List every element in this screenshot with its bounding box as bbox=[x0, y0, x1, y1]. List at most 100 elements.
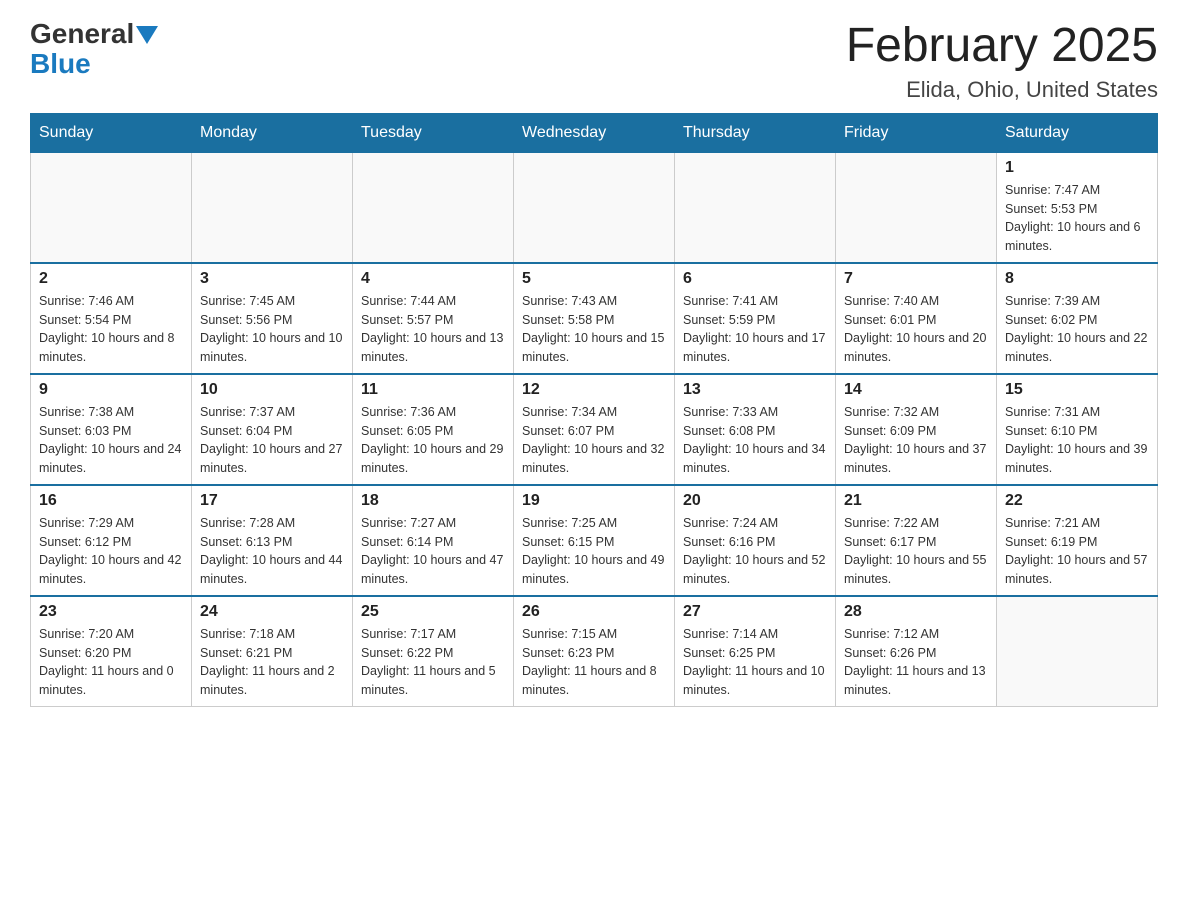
table-row: 21 Sunrise: 7:22 AM Sunset: 6:17 PM Dayli… bbox=[836, 485, 997, 596]
day-info: Sunrise: 7:17 AM Sunset: 6:22 PM Dayligh… bbox=[361, 625, 505, 700]
day-number: 19 bbox=[522, 492, 666, 510]
table-row: 11Sunrise: 7:36 AM Sunset: 6:05 PM Dayli… bbox=[353, 374, 514, 485]
day-number: 12 bbox=[522, 381, 666, 399]
table-row: 8Sunrise: 7:39 AM Sunset: 6:02 PM Daylig… bbox=[997, 263, 1158, 374]
page-header: General Blue February 2025 Elida, Ohio, … bbox=[30, 20, 1158, 103]
day-info: Sunrise: 7:12 AM Sunset: 6:26 PM Dayligh… bbox=[844, 625, 988, 700]
table-row: 2 Sunrise: 7:46 AM Sunset: 5:54 PM Daylig… bbox=[31, 263, 192, 374]
month-year-title: February 2025 bbox=[846, 20, 1158, 73]
day-info: Sunrise: 7:45 AM Sunset: 5:56 PM Dayligh… bbox=[200, 292, 344, 367]
table-row: 23Sunrise: 7:20 AM Sunset: 6:20 PM Dayli… bbox=[31, 596, 192, 707]
day-number: 14 bbox=[844, 381, 988, 399]
day-number: 10 bbox=[200, 381, 344, 399]
title-section: February 2025 Elida, Ohio, United States bbox=[846, 20, 1158, 103]
calendar-week-row: 9 Sunrise: 7:38 AM Sunset: 6:03 PM Daylig… bbox=[31, 374, 1158, 485]
table-row: 5 Sunrise: 7:43 AM Sunset: 5:58 PM Daylig… bbox=[514, 263, 675, 374]
calendar-header-row: Sunday Monday Tuesday Wednesday Thursday… bbox=[31, 113, 1158, 152]
day-info: Sunrise: 7:39 AM Sunset: 6:02 PM Dayligh… bbox=[1005, 292, 1149, 367]
day-number: 3 bbox=[200, 270, 344, 288]
day-info: Sunrise: 7:37 AM Sunset: 6:04 PM Dayligh… bbox=[200, 403, 344, 478]
day-number: 7 bbox=[844, 270, 988, 288]
header-tuesday: Tuesday bbox=[353, 113, 514, 152]
logo-text-general: General bbox=[30, 20, 134, 48]
day-number: 16 bbox=[39, 492, 183, 510]
day-info: Sunrise: 7:33 AM Sunset: 6:08 PM Dayligh… bbox=[683, 403, 827, 478]
header-sunday: Sunday bbox=[31, 113, 192, 152]
table-row: 26Sunrise: 7:15 AM Sunset: 6:23 PM Dayli… bbox=[514, 596, 675, 707]
day-info: Sunrise: 7:32 AM Sunset: 6:09 PM Dayligh… bbox=[844, 403, 988, 478]
table-row: 3 Sunrise: 7:45 AM Sunset: 5:56 PM Daylig… bbox=[192, 263, 353, 374]
day-number: 1 bbox=[1005, 159, 1149, 177]
day-number: 17 bbox=[200, 492, 344, 510]
table-row: 24 Sunrise: 7:18 AM Sunset: 6:21 PM Dayli… bbox=[192, 596, 353, 707]
day-info: Sunrise: 7:20 AM Sunset: 6:20 PM Dayligh… bbox=[39, 625, 183, 700]
day-info: Sunrise: 7:24 AM Sunset: 6:16 PM Dayligh… bbox=[683, 514, 827, 589]
day-info: Sunrise: 7:41 AM Sunset: 5:59 PM Dayligh… bbox=[683, 292, 827, 367]
day-number: 6 bbox=[683, 270, 827, 288]
day-number: 13 bbox=[683, 381, 827, 399]
table-row: 14 Sunrise: 7:32 AM Sunset: 6:09 PM Dayli… bbox=[836, 374, 997, 485]
calendar-week-row: 23Sunrise: 7:20 AM Sunset: 6:20 PM Dayli… bbox=[31, 596, 1158, 707]
day-number: 9 bbox=[39, 381, 183, 399]
day-info: Sunrise: 7:29 AM Sunset: 6:12 PM Dayligh… bbox=[39, 514, 183, 589]
day-info: Sunrise: 7:18 AM Sunset: 6:21 PM Dayligh… bbox=[200, 625, 344, 700]
logo-arrow-icon bbox=[136, 26, 158, 44]
day-number: 4 bbox=[361, 270, 505, 288]
day-number: 5 bbox=[522, 270, 666, 288]
table-row: 16 Sunrise: 7:29 AM Sunset: 6:12 PM Dayli… bbox=[31, 485, 192, 596]
table-row: 20 Sunrise: 7:24 AM Sunset: 6:16 PM Dayli… bbox=[675, 485, 836, 596]
header-friday: Friday bbox=[836, 113, 997, 152]
table-row bbox=[31, 152, 192, 263]
logo: General Blue bbox=[30, 20, 158, 80]
day-info: Sunrise: 7:40 AM Sunset: 6:01 PM Dayligh… bbox=[844, 292, 988, 367]
day-number: 27 bbox=[683, 603, 827, 621]
table-row: 15 Sunrise: 7:31 AM Sunset: 6:10 PM Dayli… bbox=[997, 374, 1158, 485]
day-number: 26 bbox=[522, 603, 666, 621]
day-info: Sunrise: 7:36 AM Sunset: 6:05 PM Dayligh… bbox=[361, 403, 505, 478]
day-number: 15 bbox=[1005, 381, 1149, 399]
table-row: 27 Sunrise: 7:14 AM Sunset: 6:25 PM Dayli… bbox=[675, 596, 836, 707]
table-row: 22Sunrise: 7:21 AM Sunset: 6:19 PM Dayli… bbox=[997, 485, 1158, 596]
table-row: 4 Sunrise: 7:44 AM Sunset: 5:57 PM Daylig… bbox=[353, 263, 514, 374]
table-row: 18 Sunrise: 7:27 AM Sunset: 6:14 PM Dayli… bbox=[353, 485, 514, 596]
day-number: 25 bbox=[361, 603, 505, 621]
day-info: Sunrise: 7:46 AM Sunset: 5:54 PM Dayligh… bbox=[39, 292, 183, 367]
day-info: Sunrise: 7:44 AM Sunset: 5:57 PM Dayligh… bbox=[361, 292, 505, 367]
table-row: 6 Sunrise: 7:41 AM Sunset: 5:59 PM Daylig… bbox=[675, 263, 836, 374]
table-row: 1 Sunrise: 7:47 AM Sunset: 5:53 PM Daylig… bbox=[997, 152, 1158, 263]
location-subtitle: Elida, Ohio, United States bbox=[846, 77, 1158, 103]
day-info: Sunrise: 7:27 AM Sunset: 6:14 PM Dayligh… bbox=[361, 514, 505, 589]
table-row bbox=[192, 152, 353, 263]
table-row bbox=[514, 152, 675, 263]
header-thursday: Thursday bbox=[675, 113, 836, 152]
day-number: 28 bbox=[844, 603, 988, 621]
header-wednesday: Wednesday bbox=[514, 113, 675, 152]
day-number: 20 bbox=[683, 492, 827, 510]
day-info: Sunrise: 7:28 AM Sunset: 6:13 PM Dayligh… bbox=[200, 514, 344, 589]
day-info: Sunrise: 7:14 AM Sunset: 6:25 PM Dayligh… bbox=[683, 625, 827, 700]
table-row: 25 Sunrise: 7:17 AM Sunset: 6:22 PM Dayli… bbox=[353, 596, 514, 707]
day-info: Sunrise: 7:22 AM Sunset: 6:17 PM Dayligh… bbox=[844, 514, 988, 589]
day-number: 22 bbox=[1005, 492, 1149, 510]
day-info: Sunrise: 7:43 AM Sunset: 5:58 PM Dayligh… bbox=[522, 292, 666, 367]
table-row: 17 Sunrise: 7:28 AM Sunset: 6:13 PM Dayli… bbox=[192, 485, 353, 596]
calendar-table: Sunday Monday Tuesday Wednesday Thursday… bbox=[30, 113, 1158, 707]
day-info: Sunrise: 7:47 AM Sunset: 5:53 PM Dayligh… bbox=[1005, 181, 1149, 256]
day-info: Sunrise: 7:31 AM Sunset: 6:10 PM Dayligh… bbox=[1005, 403, 1149, 478]
day-number: 24 bbox=[200, 603, 344, 621]
calendar-week-row: 2 Sunrise: 7:46 AM Sunset: 5:54 PM Daylig… bbox=[31, 263, 1158, 374]
table-row: 10 Sunrise: 7:37 AM Sunset: 6:04 PM Dayli… bbox=[192, 374, 353, 485]
table-row: 28 Sunrise: 7:12 AM Sunset: 6:26 PM Dayli… bbox=[836, 596, 997, 707]
day-info: Sunrise: 7:25 AM Sunset: 6:15 PM Dayligh… bbox=[522, 514, 666, 589]
day-info: Sunrise: 7:34 AM Sunset: 6:07 PM Dayligh… bbox=[522, 403, 666, 478]
table-row bbox=[675, 152, 836, 263]
table-row: 7 Sunrise: 7:40 AM Sunset: 6:01 PM Daylig… bbox=[836, 263, 997, 374]
day-number: 18 bbox=[361, 492, 505, 510]
day-number: 21 bbox=[844, 492, 988, 510]
header-monday: Monday bbox=[192, 113, 353, 152]
table-row bbox=[836, 152, 997, 263]
header-saturday: Saturday bbox=[997, 113, 1158, 152]
day-info: Sunrise: 7:38 AM Sunset: 6:03 PM Dayligh… bbox=[39, 403, 183, 478]
calendar-week-row: 1 Sunrise: 7:47 AM Sunset: 5:53 PM Daylig… bbox=[31, 152, 1158, 263]
day-number: 2 bbox=[39, 270, 183, 288]
